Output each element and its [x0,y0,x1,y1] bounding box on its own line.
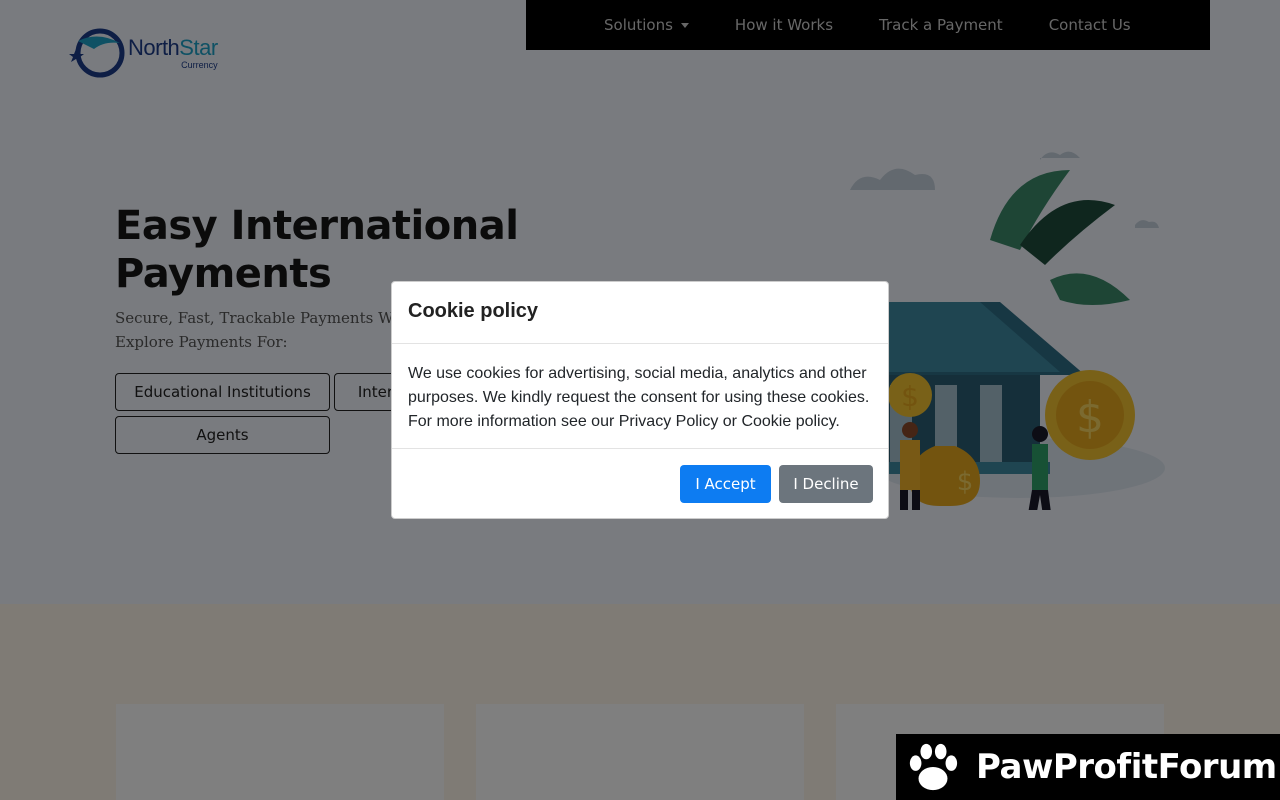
paw-print-icon [909,743,958,791]
accept-cookies-button[interactable]: I Accept [680,465,771,503]
modal-header: Cookie policy [392,282,888,344]
modal-footer: I Accept I Decline [392,449,888,519]
watermark-text: PawProfitForum [976,747,1277,787]
watermark-banner: PawProfitForum [896,734,1280,800]
cookie-policy-modal: Cookie policy We use cookies for adverti… [391,281,889,519]
modal-body: We use cookies for advertising, social m… [392,344,888,449]
modal-title: Cookie policy [408,300,539,322]
decline-cookies-button[interactable]: I Decline [779,465,873,503]
